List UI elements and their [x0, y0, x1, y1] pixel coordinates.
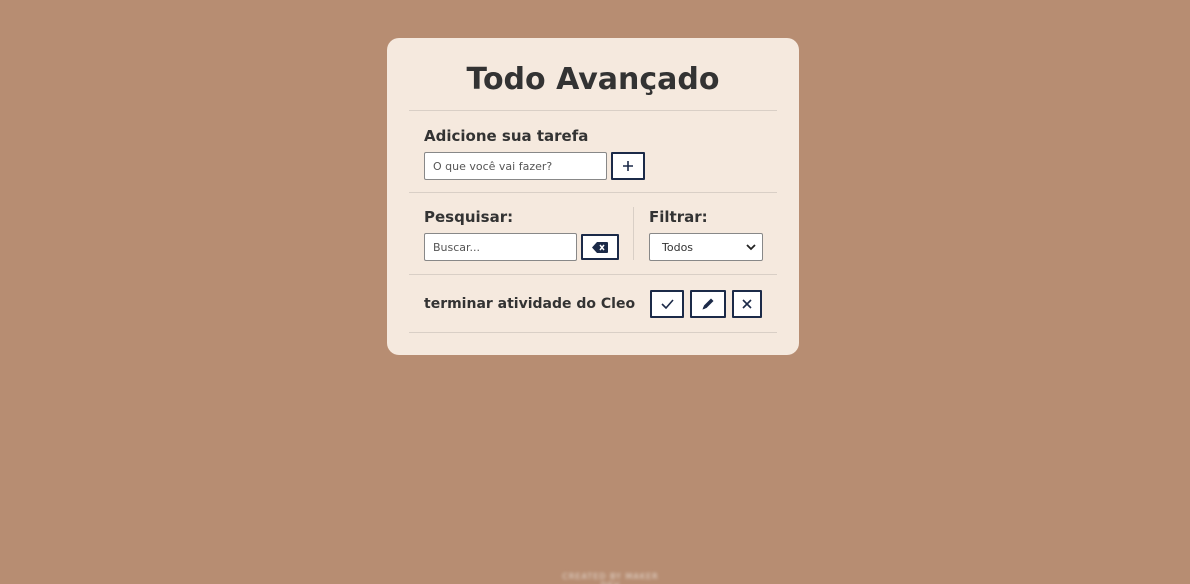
clear-search-button[interactable]: [581, 234, 619, 260]
delete-todo-button[interactable]: [732, 289, 762, 318]
filter-selected-value: Todos: [662, 240, 694, 254]
close-icon: [742, 298, 752, 309]
edit-todo-button[interactable]: [690, 289, 726, 318]
page-title: Todo Avançado: [409, 38, 777, 111]
backspace-icon: [592, 241, 608, 253]
filter-select[interactable]: Todos: [649, 233, 763, 261]
search-input[interactable]: Buscar...: [424, 233, 577, 261]
toolbar: Pesquisar: Buscar... Filtrar: Todos: [409, 193, 777, 275]
pencil-icon: [702, 298, 714, 309]
chevron-down-icon: [746, 243, 756, 250]
todo-item: terminar atividade do Cleo: [409, 275, 777, 333]
filter-group: Filtrar: Todos: [634, 207, 763, 274]
footer-credit: CREATED BY MAKER DEV: [562, 572, 659, 584]
add-task-form: Adicione sua tarefa O que você vai fazer…: [409, 111, 777, 193]
todo-text: terminar atividade do Cleo: [424, 295, 636, 312]
check-icon: [660, 298, 674, 309]
search-label: Pesquisar:: [424, 208, 514, 226]
complete-todo-button[interactable]: [650, 289, 684, 318]
todo-actions: [650, 289, 762, 318]
plus-icon: [623, 161, 633, 171]
task-input[interactable]: O que você vai fazer?: [424, 152, 607, 180]
search-group: Pesquisar: Buscar...: [409, 207, 634, 261]
add-task-label: Adicione sua tarefa: [424, 127, 589, 145]
todo-card: Todo Avançado Adicione sua tarefa O que …: [387, 38, 799, 355]
filter-label: Filtrar:: [649, 208, 708, 226]
add-task-button[interactable]: [611, 152, 645, 180]
search-input-placeholder: Buscar...: [433, 240, 481, 254]
task-input-placeholder: O que você vai fazer?: [433, 159, 553, 173]
